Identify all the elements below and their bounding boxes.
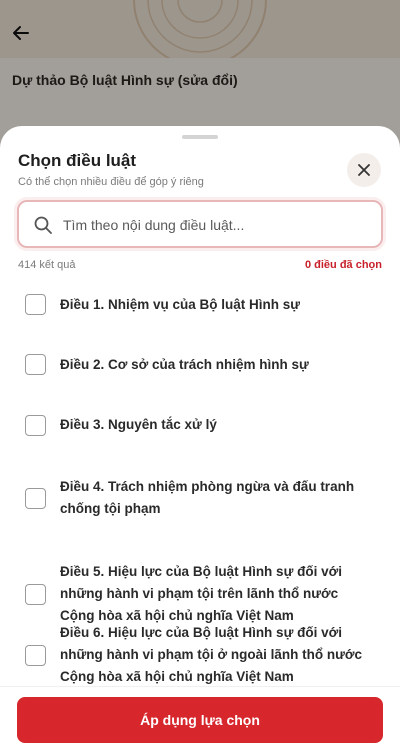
selected-count: 0 điều đã chọn [304, 259, 382, 271]
list-item-article-2[interactable]: Điều 2. Cơ sở của trách nhiệm hình sự [0, 334, 400, 394]
sheet-title: Chọn điều luật [18, 151, 137, 170]
result-meta-row: 414 kết quả 0 điều đã chọn [18, 259, 382, 273]
sheet-drag-handle[interactable] [182, 135, 218, 139]
sheet-subtitle: Có thể chọn nhiều điều để góp ý riêng [18, 176, 204, 188]
search-field[interactable] [17, 200, 383, 248]
article-checkbox[interactable] [25, 488, 46, 509]
article-checkbox[interactable] [25, 584, 46, 605]
apply-selection-button[interactable]: Áp dụng lựa chọn [17, 697, 383, 743]
close-icon [358, 164, 370, 176]
list-item-article-5[interactable]: Điều 5. Hiệu lực của Bộ luật Hình sự đối… [0, 529, 400, 623]
result-count: 414 kết quả [18, 259, 76, 271]
list-item-article-1[interactable]: Điều 1. Nhiệm vụ của Bộ luật Hình sự [0, 274, 400, 334]
article-label: Điều 1. Nhiệm vụ của Bộ luật Hình sự [60, 297, 301, 312]
close-button[interactable] [347, 153, 381, 187]
article-checkbox[interactable] [25, 415, 46, 436]
article-label: Điều 6. Hiệu lực của Bộ luật Hình sự đối… [60, 625, 362, 684]
list-item-article-3[interactable]: Điều 3. Nguyên tắc xử lý [0, 394, 400, 454]
article-label: Điều 2. Cơ sở của trách nhiệm hình sự [60, 357, 309, 372]
select-article-sheet: Chọn điều luật Có thể chọn nhiều điều để… [0, 126, 400, 751]
article-checkbox[interactable] [25, 354, 46, 375]
sheet-footer: Áp dụng lựa chọn [0, 686, 400, 751]
article-label: Điều 4. Trách nhiệm phòng ngừa và đấu tr… [60, 479, 355, 516]
article-checkbox[interactable] [25, 294, 46, 315]
search-input[interactable] [63, 212, 363, 238]
article-label: Điều 3. Nguyên tắc xử lý [60, 417, 217, 432]
article-list: Điều 1. Nhiệm vụ của Bộ luật Hình sự Điề… [0, 274, 400, 684]
list-item-article-4[interactable]: Điều 4. Trách nhiệm phòng ngừa và đấu tr… [0, 454, 400, 529]
article-label: Điều 5. Hiệu lực của Bộ luật Hình sự đối… [60, 564, 342, 623]
article-checkbox[interactable] [25, 645, 46, 666]
search-icon [33, 215, 53, 235]
